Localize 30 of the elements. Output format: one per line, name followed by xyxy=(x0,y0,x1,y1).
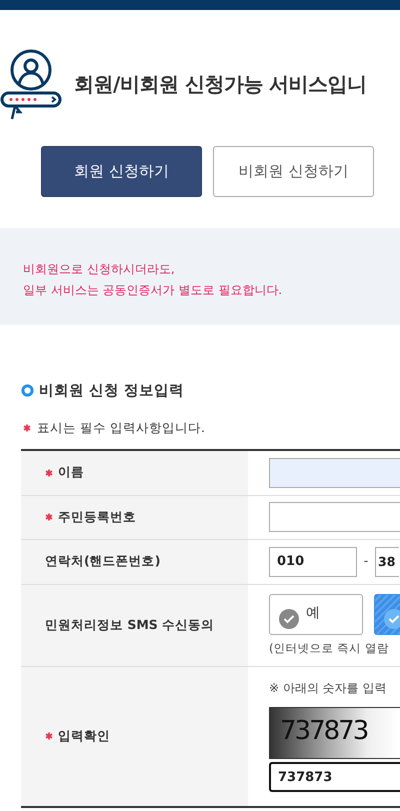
section-title: 비회원 신청 정보입력 xyxy=(39,382,184,400)
text-field[interactable] xyxy=(269,502,400,532)
circle-bullet-icon xyxy=(21,384,34,396)
required-icon xyxy=(45,468,53,477)
field-label: 이름 xyxy=(58,464,84,482)
notice-text: 일부 서비스는 공동인증서가 별도로 필요합니다. xyxy=(23,282,284,299)
apply-tab[interactable]: 회원 신청하기 xyxy=(41,146,202,197)
user-password-icon xyxy=(0,48,62,120)
captcha-field[interactable]: 737873 xyxy=(269,762,400,792)
required-icon xyxy=(45,732,53,740)
phone-field[interactable]: 38 xyxy=(375,546,399,576)
field-label: 연락처(핸드폰번호) xyxy=(45,553,160,570)
apply-tab[interactable]: 비회원 신청하기 xyxy=(213,146,374,197)
notice-text: 비회원으로 신청하시더라도, xyxy=(23,261,176,278)
consent-option[interactable] xyxy=(374,594,400,635)
field-label: 민원처리정보 SMS 수신동의 xyxy=(45,616,214,634)
separator-text: - xyxy=(362,554,370,569)
check-icon xyxy=(384,609,400,629)
check-icon xyxy=(279,609,299,629)
captcha-hint: ※ 아래의 숫자를 입력 xyxy=(269,680,388,698)
required-icon xyxy=(45,513,53,521)
field-label: 주민등록번호 xyxy=(58,508,136,526)
page-title: 회원/비회원 신청가능 서비스입니 xyxy=(74,70,367,98)
required-note: 표시는 필수 입력사항입니다. xyxy=(37,420,205,436)
phone-field[interactable]: 010 xyxy=(269,546,357,576)
required-icon xyxy=(23,424,31,432)
consent-note: (인터넷으로 즉시 열람 xyxy=(269,641,390,656)
text-field[interactable] xyxy=(269,458,400,488)
consent-option[interactable]: 예 xyxy=(269,594,363,635)
field-label: 입력확인 xyxy=(58,728,110,745)
